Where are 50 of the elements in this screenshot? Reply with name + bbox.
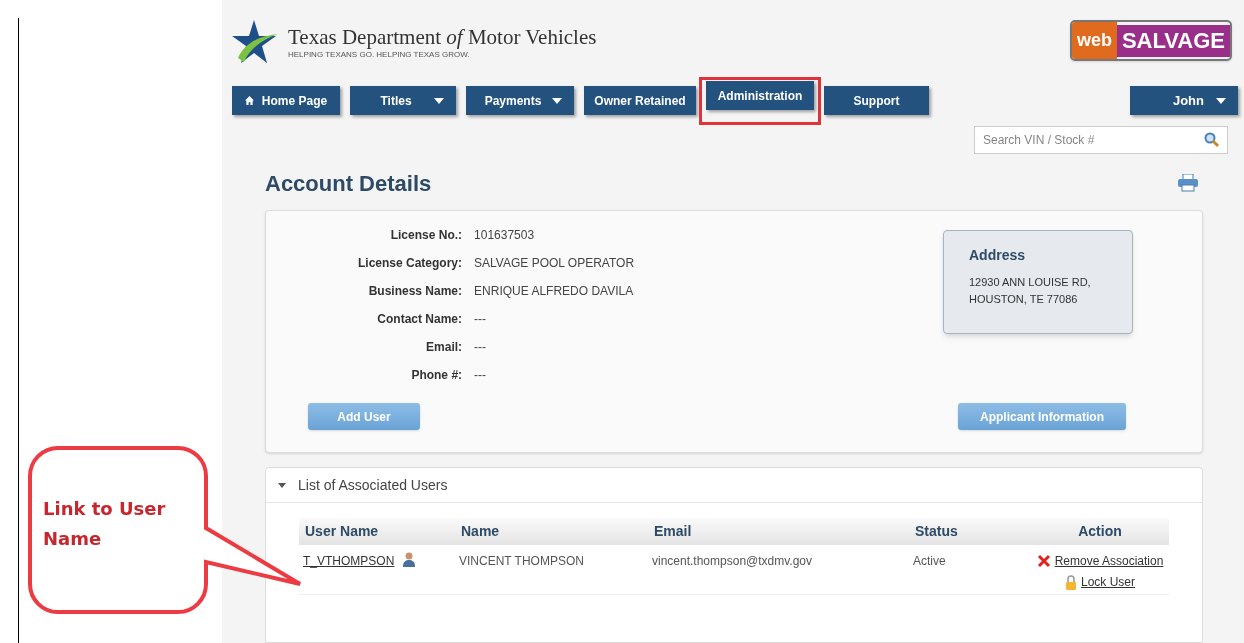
nav-button[interactable]: Titles [350,86,456,115]
search-field[interactable]: Search VIN / Stock # [974,126,1228,154]
printer-icon[interactable] [1178,174,1198,192]
field-value: SALVAGE POOL OPERATOR [474,255,635,272]
field-label: License No.: [389,227,463,244]
caret-icon [552,97,562,104]
field-value: ENRIQUE ALFREDO DAVILA [474,283,635,300]
nav-button[interactable]: Owner Retained [584,86,696,115]
user-name-link[interactable]: T_VTHOMPSON [303,552,395,570]
field-label: Phone #: [410,367,463,384]
nav-button[interactable]: Administration [706,81,814,110]
field-value: --- [474,311,488,328]
column-header: Email [654,522,693,541]
address-line: 12930 ANN LOUISE RD, [969,275,1092,290]
caret-icon [278,482,286,488]
close-icon [1036,554,1051,568]
column-header: User Name [305,522,380,541]
field-value: --- [474,367,488,384]
action-link[interactable]: Lock User [1081,573,1135,591]
table-cell-text: VINCENT THOMPSON [459,553,585,570]
org-title: Texas Department of Motor Vehicles [288,25,597,49]
search-icon[interactable] [1204,132,1220,148]
nav-button[interactable]: Payments [466,86,574,115]
person-icon [402,552,417,567]
field-label: Contact Name: [376,311,463,328]
callout-text: Link to User Name [43,497,167,551]
column-header: Status [915,522,959,541]
nav-button[interactable]: Home Page [232,86,340,115]
field-label: Email: [425,339,463,356]
action-link[interactable]: Remove Association [1054,552,1164,570]
column-header: Name [461,522,501,541]
page-title: Account Details [265,169,432,198]
field-value: 101637503 [474,227,536,244]
lock-icon [1065,574,1077,590]
address-line: HOUSTON, TE 77086 [969,292,1079,307]
field-label: License Category: [357,255,463,272]
table-cell-text: Active [913,553,947,570]
home-icon [244,96,254,105]
nav-button[interactable]: Support [824,86,929,115]
address-title: Address [969,246,1027,265]
caret-icon [1216,97,1226,104]
org-tagline: HELPING TEXANS GO. HELPING TEXAS GROW. [288,49,471,61]
brand-logo: web SALVAGE [1069,20,1232,61]
field-label: Business Name: [367,283,463,300]
panel-header[interactable]: List of Associated Users [266,468,1202,503]
field-value: --- [474,339,488,356]
table-cell-text: vincent.thompson@txdmv.gov [652,553,814,570]
column-header: Action [1077,522,1123,541]
caret-icon [434,97,444,104]
user-menu-button[interactable]: John [1130,86,1238,115]
